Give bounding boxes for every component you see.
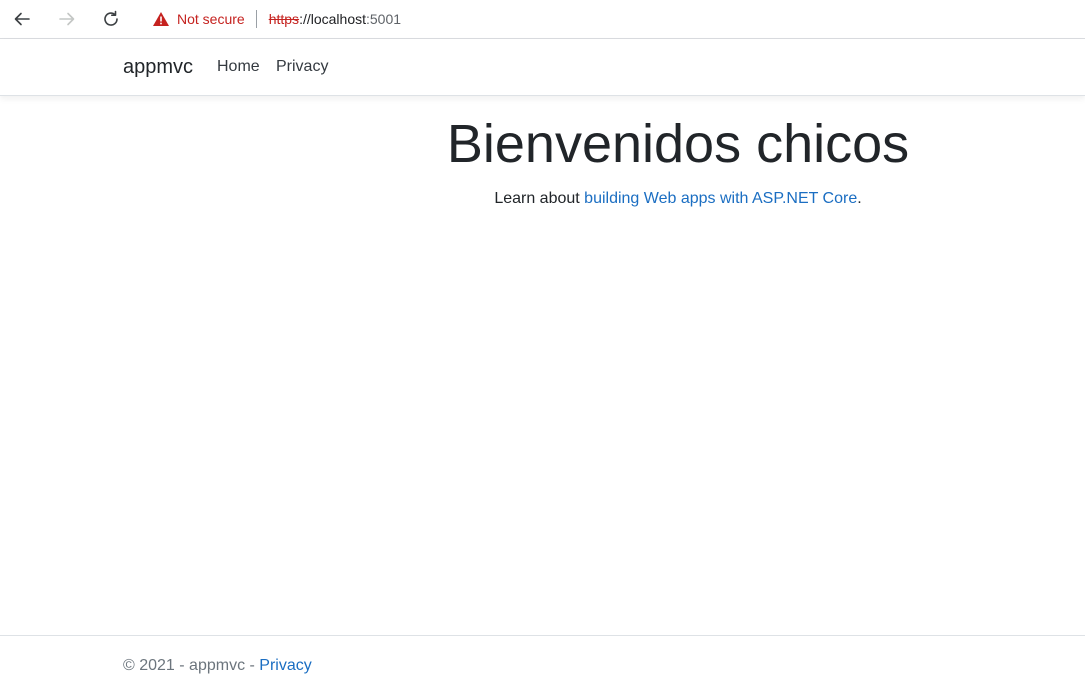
lead-text: Learn about building Web apps with ASP.N… — [0, 190, 1085, 208]
security-status[interactable]: Not secure — [177, 11, 245, 27]
address-bar[interactable]: Not secure https://localhost:5001 — [138, 4, 1085, 34]
nav-link-home[interactable]: Home — [217, 58, 260, 76]
warning-icon — [153, 12, 169, 26]
back-button[interactable] — [9, 6, 35, 32]
navbar-brand[interactable]: appmvc — [123, 56, 193, 79]
url-scheme: https — [268, 11, 300, 27]
lead-suffix: . — [857, 190, 862, 207]
forward-arrow-icon — [59, 12, 75, 26]
footer: © 2021 - appmvc - Privacy — [0, 635, 1085, 691]
page-title: Bienvenidos chicos — [446, 114, 910, 174]
lead-prefix: Learn about — [494, 190, 585, 207]
reload-button[interactable] — [98, 6, 124, 32]
address-divider — [255, 10, 257, 28]
site-navbar: appmvc Home Privacy — [0, 39, 1085, 96]
url-port: :5001 — [366, 11, 402, 27]
forward-button[interactable] — [54, 6, 80, 32]
nav-link-privacy[interactable]: Privacy — [276, 58, 328, 76]
back-arrow-icon — [14, 12, 30, 26]
footer-copyright: © 2021 - appmvc - — [123, 657, 260, 674]
url-host: localhost — [310, 11, 366, 27]
aspnet-docs-link[interactable]: building Web apps with ASP.NET Core — [584, 190, 857, 207]
url-separator: :// — [299, 11, 311, 27]
reload-icon — [104, 10, 118, 26]
footer-text: © 2021 - appmvc - Privacy — [123, 657, 312, 675]
browser-toolbar: Not secure https://localhost:5001 — [0, 0, 1085, 39]
footer-privacy-link[interactable]: Privacy — [259, 657, 311, 674]
